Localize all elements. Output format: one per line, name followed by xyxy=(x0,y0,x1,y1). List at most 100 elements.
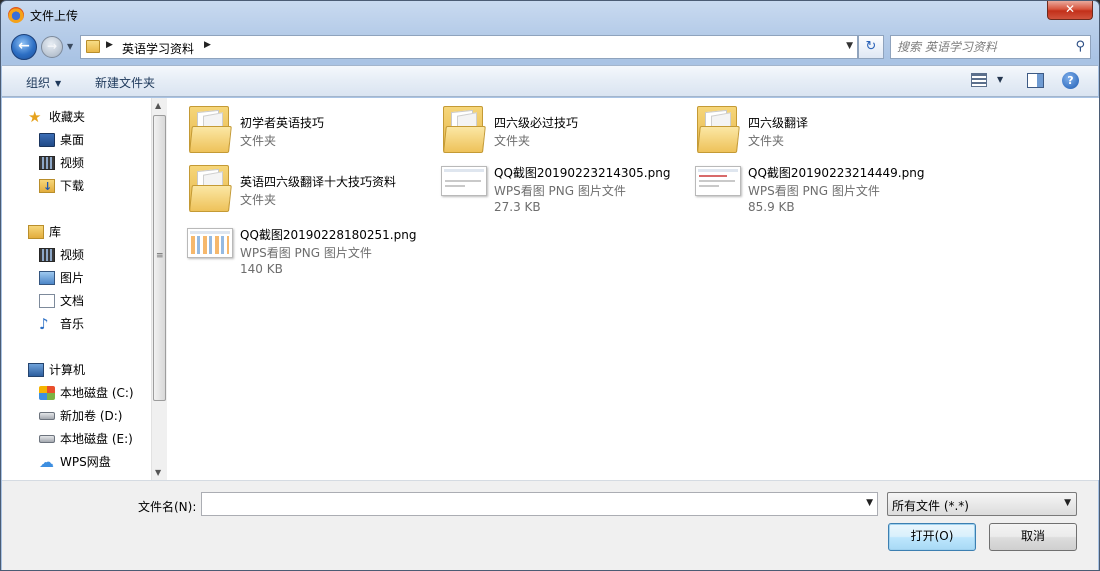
system-drive-icon xyxy=(39,386,55,400)
sidebar-group-label: 库 xyxy=(49,225,62,239)
cloud-icon: ☁ xyxy=(39,453,54,471)
folder-icon xyxy=(697,106,740,154)
command-toolbar: 组织 ▼ 新建文件夹 ▼ ? xyxy=(2,65,1098,97)
sidebar-item-label: 文档 xyxy=(60,294,85,308)
sidebar-group-label: 收藏夹 xyxy=(49,110,86,124)
preview-pane-icon[interactable] xyxy=(1027,73,1044,88)
search-input[interactable] xyxy=(897,39,1067,55)
image-file-item[interactable]: QQ截图20190223214449.png WPS看图 PNG 图片文件 85… xyxy=(675,150,924,214)
folder-item[interactable]: 四六级翻译 文件夹 xyxy=(675,100,915,156)
sidebar-item-label: 音乐 xyxy=(60,317,85,331)
computer-icon xyxy=(28,363,44,377)
video-icon xyxy=(39,248,55,262)
downloads-icon xyxy=(39,177,55,197)
view-options-dropdown-icon[interactable]: ▼ xyxy=(997,75,1003,84)
back-button[interactable]: ← xyxy=(11,34,37,60)
change-view-icon[interactable] xyxy=(971,73,987,87)
pictures-icon xyxy=(39,271,55,285)
folder-icon xyxy=(443,106,486,154)
file-list: 初学者英语技巧 文件夹 四六级必过技巧 文件夹 四六级翻译 文件夹 英语四六级翻… xyxy=(167,98,1099,480)
scrollbar-thumb[interactable]: ≡ xyxy=(153,115,166,401)
file-type: WPS看图 PNG 图片文件 xyxy=(494,184,626,198)
sidebar-item-label: 下载 xyxy=(60,179,85,193)
music-icon: ♪ xyxy=(39,315,49,333)
file-name: QQ截图20190228180251.png xyxy=(240,228,417,242)
sidebar-scrollbar[interactable]: ▲ ≡ ▼ xyxy=(151,98,167,480)
sidebar-item-label: 本地磁盘 (C:) xyxy=(60,386,134,400)
video-icon xyxy=(39,156,55,170)
file-type-select[interactable]: 所有文件 (*.*) ▼ xyxy=(887,492,1077,516)
folder-item[interactable]: 初学者英语技巧 文件夹 xyxy=(167,100,407,156)
file-name: 四六级翻译 xyxy=(748,116,809,130)
sidebar-item-label: 桌面 xyxy=(60,133,85,147)
file-type: WPS看图 PNG 图片文件 xyxy=(240,246,372,260)
sidebar-item-label: 图片 xyxy=(60,271,85,285)
image-file-item[interactable]: QQ截图20190228180251.png WPS看图 PNG 图片文件 14… xyxy=(167,212,416,276)
desktop-icon xyxy=(39,133,55,147)
folder-icon xyxy=(189,106,232,154)
file-name: QQ截图20190223214449.png xyxy=(748,166,925,180)
filename-combobox[interactable]: ▼ xyxy=(201,492,878,516)
close-button[interactable]: ✕ xyxy=(1047,1,1093,20)
star-icon: ★ xyxy=(28,108,42,126)
cancel-button[interactable]: 取消 xyxy=(989,523,1077,551)
organize-menu-button[interactable]: 组织 ▼ xyxy=(26,74,61,91)
file-type: 文件夹 xyxy=(494,134,531,148)
breadcrumb-current-folder[interactable]: 英语学习资料 xyxy=(122,40,194,57)
sidebar-group-label: 计算机 xyxy=(49,363,86,377)
file-size: 27.3 KB xyxy=(494,200,541,214)
file-name: QQ截图20190223214305.png xyxy=(494,166,671,180)
navigation-bar: ← → ▼ ▶ 英语学习资料 ▶ ▼ ↻ ⚲ xyxy=(1,31,1099,63)
sidebar-item-label: 新加卷 (D:) xyxy=(60,409,123,423)
open-button[interactable]: 打开(O) xyxy=(888,523,976,551)
image-thumbnail-icon xyxy=(187,228,233,258)
sidebar-item-label: 视频 xyxy=(60,156,85,170)
image-file-item[interactable]: QQ截图20190223214305.png WPS看图 PNG 图片文件 27… xyxy=(421,150,670,214)
browser-app-icon xyxy=(8,7,24,23)
file-size: 85.9 KB xyxy=(748,200,795,214)
file-type: WPS看图 PNG 图片文件 xyxy=(748,184,880,198)
file-type: 文件夹 xyxy=(240,193,277,207)
address-history-dropdown-icon[interactable]: ▼ xyxy=(846,41,853,51)
file-upload-dialog: 文件上传 ✕ ← → ▼ ▶ 英语学习资料 ▶ ▼ ↻ ⚲ 组织 ▼ 新建文件夹 … xyxy=(0,0,1100,571)
chevron-down-icon: ▼ xyxy=(55,79,62,88)
breadcrumb-arrow-icon[interactable]: ▶ xyxy=(106,40,113,50)
scroll-up-arrow-icon[interactable]: ▲ xyxy=(155,101,161,110)
sidebar-item-label: 本地磁盘 (E:) xyxy=(60,432,133,446)
refresh-button[interactable]: ↻ xyxy=(858,35,884,59)
folder-icon xyxy=(86,40,100,53)
folder-item[interactable]: 四六级必过技巧 文件夹 xyxy=(421,100,661,156)
filename-label: 文件名(N): xyxy=(138,500,197,514)
file-name: 英语四六级翻译十大技巧资料 xyxy=(240,175,397,189)
drive-icon xyxy=(39,435,55,443)
navigation-pane: ★ 收藏夹 桌面 视频 下载 库 视频 图片 文档 xyxy=(2,98,151,480)
forward-button[interactable]: → xyxy=(41,36,63,58)
file-name: 初学者英语技巧 xyxy=(240,116,325,130)
recent-locations-dropdown-icon[interactable]: ▼ xyxy=(67,42,73,51)
title-bar: 文件上传 ✕ xyxy=(1,1,1099,29)
scroll-down-arrow-icon[interactable]: ▼ xyxy=(155,468,161,477)
file-type-selected: 所有文件 (*.*) xyxy=(892,499,969,513)
window-title: 文件上传 xyxy=(30,9,79,23)
search-box[interactable]: ⚲ xyxy=(890,35,1091,59)
sidebar-item-label: 视频 xyxy=(60,248,85,262)
chevron-down-icon[interactable]: ▼ xyxy=(866,498,873,508)
address-bar[interactable]: ▶ 英语学习资料 ▶ ▼ xyxy=(80,35,858,59)
grip-icon: ≡ xyxy=(156,251,164,261)
search-icon[interactable]: ⚲ xyxy=(1075,39,1085,54)
organize-label: 组织 xyxy=(26,76,51,90)
new-folder-button[interactable]: 新建文件夹 xyxy=(95,74,155,91)
help-icon[interactable]: ? xyxy=(1062,72,1079,89)
documents-icon xyxy=(39,294,55,308)
library-icon xyxy=(28,225,44,239)
image-thumbnail-icon xyxy=(695,166,741,196)
chevron-down-icon: ▼ xyxy=(1064,498,1071,508)
file-type: 文件夹 xyxy=(240,134,277,148)
drive-icon xyxy=(39,412,55,420)
breadcrumb-arrow-icon[interactable]: ▶ xyxy=(204,40,211,50)
folder-icon xyxy=(189,165,232,213)
dialog-footer: 文件名(N): ▼ 所有文件 (*.*) ▼ 打开(O) 取消 xyxy=(2,480,1098,570)
folder-item[interactable]: 英语四六级翻译十大技巧资料 文件夹 xyxy=(167,159,407,215)
filename-input[interactable] xyxy=(206,496,846,512)
file-name: 四六级必过技巧 xyxy=(494,116,579,130)
